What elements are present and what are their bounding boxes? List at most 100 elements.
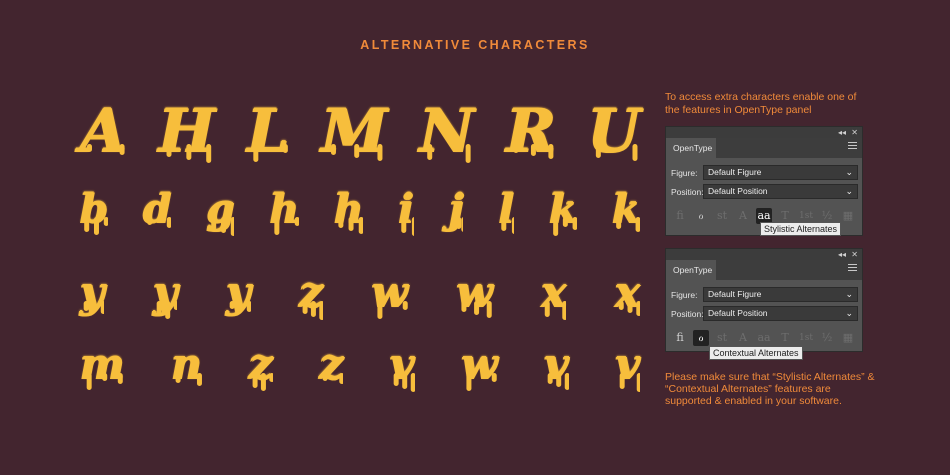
swash-icon[interactable]: A <box>735 208 751 224</box>
figure-label: Figure: <box>671 290 698 300</box>
figure-row: Figure: Default Figure ⌄ <box>666 163 862 182</box>
titling-alternates-icon[interactable]: T <box>777 330 793 346</box>
drip-decoration <box>229 300 251 312</box>
drip-decoration <box>553 217 577 237</box>
glyph-row: bdghhijlkk <box>80 188 640 237</box>
glyph-char: l <box>499 188 514 235</box>
glyph-char: w <box>461 341 498 391</box>
tab-opentype[interactable]: OpenType <box>666 260 716 280</box>
swash-icon[interactable]: A <box>735 330 751 346</box>
position-value: Default Position <box>708 308 768 318</box>
drip-decoration <box>619 372 640 392</box>
contextual-alternates-icon[interactable]: ℴ <box>693 208 709 224</box>
figure-select[interactable]: Default Figure ⌄ <box>703 287 858 302</box>
stylistic-alternates-icon[interactable]: aa <box>756 330 772 346</box>
opentype-panel: ◂◂ ✕ OpenType Figure: Default Figure ⌄ Po… <box>665 126 863 236</box>
position-label: Position: <box>671 187 704 197</box>
opentype-panel: ◂◂ ✕ OpenType Figure: Default Figure ⌄ Po… <box>665 248 863 352</box>
info-text: To access extra characters enable one of… <box>665 91 857 116</box>
glyph-char: L <box>247 100 289 163</box>
glyph-char: w <box>372 269 408 319</box>
glyph-char: x <box>615 269 640 316</box>
panel-tabbar: OpenType <box>666 260 862 280</box>
figure-row: Figure: Default Figure ⌄ <box>666 285 862 304</box>
glyph-char: k <box>549 188 577 237</box>
drip-decoration <box>461 300 493 318</box>
drip-decoration <box>393 372 415 392</box>
close-icon[interactable]: ✕ <box>851 127 858 138</box>
glyph-row: mnzzvwvv <box>80 341 640 392</box>
stylistic-sets-icon[interactable]: ▦ <box>840 330 856 346</box>
collapse-icon[interactable]: ◂◂ <box>838 249 846 260</box>
glyph-char: M <box>321 100 387 163</box>
drip-decoration <box>513 144 554 160</box>
discretionary-ligatures-icon[interactable]: st <box>714 330 730 346</box>
drip-decoration <box>210 217 235 237</box>
glyph-char: v <box>616 341 640 392</box>
position-row: Position: Default Position ⌄ <box>666 182 862 201</box>
panel-titlebar: ◂◂ ✕ <box>666 249 862 260</box>
figure-value: Default Figure <box>708 167 762 177</box>
glyph-char: R <box>506 100 556 163</box>
chevron-down-icon: ⌄ <box>845 289 853 299</box>
glyph-char: v <box>544 341 569 390</box>
stylistic-sets-icon[interactable]: ▦ <box>840 208 856 224</box>
drip-decoration <box>544 300 567 320</box>
collapse-icon[interactable]: ◂◂ <box>838 127 846 138</box>
glyph-char: g <box>207 188 235 237</box>
ligatures-icon[interactable]: fi <box>672 208 688 224</box>
glyph-char: w <box>456 269 493 318</box>
glyph-char: U <box>588 100 640 163</box>
drip-decoration <box>83 300 105 314</box>
glyph-showcase: AHLMNRU bdghhijlkk yyyzwwxx mnzzvwvv <box>80 100 640 410</box>
glyph-char: k <box>612 188 640 233</box>
glyph-char: y <box>80 269 105 314</box>
drip-decoration <box>253 144 288 163</box>
tooltip-stylistic-alternates: Stylistic Alternates <box>760 222 842 236</box>
position-row: Position: Default Position ⌄ <box>666 304 862 323</box>
drip-decoration <box>302 300 323 320</box>
glyph-row: AHLMNRU <box>80 100 640 164</box>
glyph-char: H <box>158 100 215 164</box>
drip-decoration <box>84 217 108 236</box>
glyph-char: m <box>80 341 124 390</box>
figure-select[interactable]: Default Figure ⌄ <box>703 165 858 180</box>
chevron-down-icon: ⌄ <box>845 308 853 318</box>
drip-decoration <box>330 144 383 162</box>
position-select[interactable]: Default Position ⌄ <box>703 184 858 199</box>
glyph-char: v <box>390 341 415 392</box>
drip-decoration <box>338 217 364 235</box>
chevron-down-icon: ⌄ <box>845 167 853 177</box>
close-icon[interactable]: ✕ <box>851 249 858 260</box>
ligatures-icon[interactable]: fi <box>672 330 688 346</box>
glyph-char: y <box>226 269 251 314</box>
panel-menu-icon[interactable] <box>848 142 857 151</box>
fractions-icon[interactable]: ½ <box>819 330 835 346</box>
drip-decoration <box>400 217 414 237</box>
glyph-char: h <box>334 188 364 235</box>
panel-tabbar: OpenType <box>666 138 862 158</box>
tooltip-contextual-alternates: Contextual Alternates <box>709 346 803 360</box>
glyph-char: z <box>299 269 323 320</box>
panel-menu-icon[interactable] <box>848 264 857 273</box>
position-select[interactable]: Default Position ⌄ <box>703 306 858 321</box>
tab-opentype[interactable]: OpenType <box>666 138 716 158</box>
contextual-alternates-icon[interactable]: ℴ <box>693 330 709 346</box>
position-value: Default Position <box>708 186 768 196</box>
glyph-char: z <box>249 341 273 391</box>
glyph-char: y <box>153 269 178 319</box>
support-note: Please make sure that “Stylistic Alterna… <box>665 371 875 407</box>
ordinals-icon[interactable]: 1st <box>798 330 814 346</box>
glyph-char: b <box>80 188 108 236</box>
drip-decoration <box>451 217 464 233</box>
drip-decoration <box>147 217 172 229</box>
glyph-char: h <box>270 188 299 236</box>
drip-decoration <box>466 372 498 391</box>
drip-decoration <box>252 372 273 391</box>
chevron-down-icon: ⌄ <box>845 186 853 196</box>
glyph-char: j <box>449 188 464 233</box>
drip-decoration <box>86 372 123 390</box>
discretionary-ligatures-icon[interactable]: st <box>714 208 730 224</box>
glyph-char: z <box>319 341 344 386</box>
glyph-char: i <box>399 188 414 237</box>
